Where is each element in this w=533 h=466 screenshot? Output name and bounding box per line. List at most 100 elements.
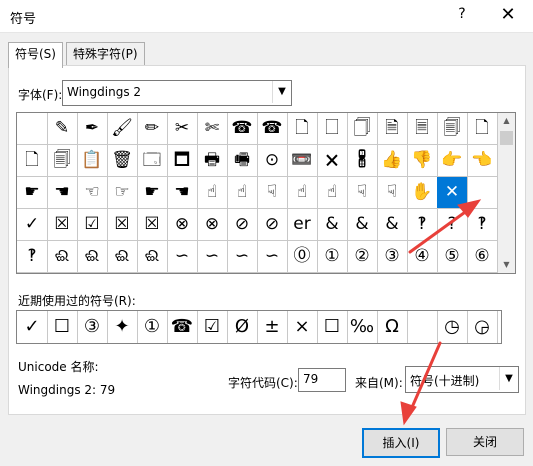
grid-scrollbar[interactable]: ▲ ▼ xyxy=(498,112,516,274)
insert-button[interactable]: 插入(I) xyxy=(362,428,440,458)
symbol-cell[interactable]: & xyxy=(317,209,348,241)
symbol-cell[interactable]: ⊗ xyxy=(167,209,198,241)
scroll-thumb[interactable] xyxy=(500,131,513,145)
symbol-cell[interactable]: ⑥ xyxy=(467,241,498,273)
symbol-cell[interactable]: ① xyxy=(317,241,348,273)
recent-symbol-cell[interactable]: ☐ xyxy=(47,311,78,343)
symbol-cell[interactable]: & xyxy=(347,209,378,241)
symbol-cell[interactable]: ☝ xyxy=(317,177,348,209)
char-code-input[interactable]: 79 xyxy=(298,368,346,392)
symbol-cell[interactable]: 👍 xyxy=(377,145,408,177)
symbol-cell[interactable]: 🗖 xyxy=(167,145,198,177)
symbol-cell[interactable]: 🗋 xyxy=(17,145,48,177)
symbol-cell[interactable]: ∽ xyxy=(257,241,288,273)
symbol-cell[interactable]: ☒ xyxy=(107,209,138,241)
recent-symbol-cell[interactable]: ✦ xyxy=(107,311,138,343)
symbol-cell[interactable]: ☝ xyxy=(227,177,258,209)
recent-symbol-cell[interactable]: ① xyxy=(137,311,168,343)
recent-symbols-row[interactable]: ✓ ☐ ③ ✦ ① ☎ ☑ Ø ± × ☐ ‰ Ω ◷ ◶ xyxy=(16,310,502,344)
symbol-cell[interactable]: ☚ xyxy=(167,177,198,209)
symbol-cell[interactable]: 🗏 xyxy=(407,113,438,145)
symbol-cell[interactable]: ☟ xyxy=(347,177,378,209)
symbol-cell[interactable]: ⑤ xyxy=(437,241,468,273)
font-select[interactable]: Wingdings 2 ▼ xyxy=(62,80,292,106)
symbol-cell[interactable]: 📋 xyxy=(77,145,108,177)
close-button[interactable]: 关闭 xyxy=(446,428,524,456)
symbol-cell[interactable]: 🗋 xyxy=(467,113,498,145)
symbol-cell[interactable]: 👉 xyxy=(437,145,468,177)
scroll-up-icon[interactable]: ▲ xyxy=(498,113,515,129)
tab-special-characters[interactable]: 特殊字符(P) xyxy=(66,42,145,65)
symbol-grid[interactable]: ✎ ✒ 🖌 ✏ ✂ ✄ ☎ ☎ 🗋 🗌 🗍 🗎 🗏 🗐 🗋 🗋 🗐 📋 🗑 🗔 🗖 🖶 🖷 ⊙ 📼 🗙 🖁 👍 👎 👉 👈 ☛ ☚ ☜ ☞ ☛ ☚ ☝ ☝ ☟… xyxy=(16,112,500,274)
symbol-cell[interactable]: ∽ xyxy=(167,241,198,273)
symbol-cell[interactable]: 📼 xyxy=(287,145,318,177)
chevron-down-icon[interactable]: ▼ xyxy=(499,367,518,390)
symbol-cell[interactable]: ☑ xyxy=(77,209,108,241)
recent-symbol-cell[interactable]: ☐ xyxy=(317,311,348,343)
symbol-cell[interactable]: ‽ xyxy=(407,209,438,241)
symbol-cell[interactable]: ✏ xyxy=(137,113,168,145)
tab-symbols[interactable]: 符号(S) xyxy=(8,42,63,68)
symbol-cell[interactable]: ☞ xyxy=(107,177,138,209)
symbol-cell[interactable]: ଈ xyxy=(77,241,108,273)
symbol-cell[interactable]: ☟ xyxy=(377,177,408,209)
symbol-cell[interactable]: ☎ xyxy=(227,113,258,145)
recent-symbol-cell[interactable]: ◶ xyxy=(467,311,498,343)
recent-symbol-cell[interactable] xyxy=(407,311,438,343)
symbol-cell[interactable]: ③ xyxy=(377,241,408,273)
symbol-cell[interactable]: ✕ xyxy=(437,177,468,209)
recent-symbol-cell[interactable]: Ω xyxy=(377,311,408,343)
symbol-cell[interactable] xyxy=(467,177,498,209)
recent-symbol-cell[interactable]: ± xyxy=(257,311,288,343)
symbol-cell[interactable]: 🗑 xyxy=(107,145,138,177)
symbol-cell[interactable]: ② xyxy=(347,241,378,273)
recent-symbol-cell[interactable]: × xyxy=(287,311,318,343)
symbol-cell[interactable]: 🗐 xyxy=(47,145,78,177)
symbol-cell[interactable]: 🖷 xyxy=(227,145,258,177)
symbol-cell[interactable]: ଈ xyxy=(107,241,138,273)
symbol-cell[interactable]: 🗍 xyxy=(347,113,378,145)
symbol-cell[interactable]: er xyxy=(287,209,318,241)
recent-symbol-cell[interactable]: ✓ xyxy=(17,311,48,343)
symbol-cell[interactable]: ⊘ xyxy=(257,209,288,241)
scroll-down-icon[interactable]: ▼ xyxy=(498,257,515,273)
symbol-cell[interactable]: ✒ xyxy=(77,113,108,145)
symbol-cell[interactable]: ☟ xyxy=(257,177,288,209)
recent-symbol-cell[interactable]: Ø xyxy=(227,311,258,343)
symbol-cell[interactable]: ✋ xyxy=(407,177,438,209)
symbol-cell[interactable]: 🗔 xyxy=(137,145,168,177)
symbol-cell[interactable]: ✓ xyxy=(17,209,48,241)
symbol-cell[interactable]: ? xyxy=(437,209,468,241)
symbol-cell[interactable]: & xyxy=(377,209,408,241)
symbol-cell[interactable]: ⊘ xyxy=(227,209,258,241)
symbol-cell[interactable]: ☛ xyxy=(17,177,48,209)
symbol-cell[interactable]: ∽ xyxy=(227,241,258,273)
symbol-cell[interactable]: 🗙 xyxy=(317,145,348,177)
symbol-cell[interactable]: ✂ xyxy=(167,113,198,145)
symbol-cell[interactable]: ଈ xyxy=(137,241,168,273)
symbol-cell[interactable]: 🗎 xyxy=(377,113,408,145)
symbol-cell[interactable]: ☜ xyxy=(77,177,108,209)
symbol-cell[interactable]: 🗐 xyxy=(437,113,468,145)
symbol-cell[interactable]: ∽ xyxy=(197,241,228,273)
recent-symbol-cell[interactable]: ③ xyxy=(77,311,108,343)
symbol-cell[interactable]: 🗋 xyxy=(287,113,318,145)
symbol-cell[interactable]: 🖁 xyxy=(347,145,378,177)
help-button[interactable]: ? xyxy=(450,6,474,26)
symbol-cell[interactable]: ଈ xyxy=(47,241,78,273)
symbol-cell[interactable]: ☒ xyxy=(47,209,78,241)
symbol-cell[interactable]: ✄ xyxy=(197,113,228,145)
recent-symbol-cell[interactable]: ☑ xyxy=(197,311,228,343)
symbol-cell[interactable]: ☚ xyxy=(47,177,78,209)
symbol-cell[interactable]: ④ xyxy=(407,241,438,273)
symbol-cell[interactable]: ☒ xyxy=(137,209,168,241)
symbol-cell[interactable]: ☝ xyxy=(287,177,318,209)
chevron-down-icon[interactable]: ▼ xyxy=(272,81,291,103)
symbol-cell[interactable]: ☎ xyxy=(257,113,288,145)
symbol-cell[interactable]: ☝ xyxy=(197,177,228,209)
symbol-cell[interactable]: ⊗ xyxy=(197,209,228,241)
recent-symbol-cell[interactable]: ‰ xyxy=(347,311,378,343)
recent-symbol-cell[interactable]: ◷ xyxy=(437,311,468,343)
from-select[interactable]: 符号(十进制) ▼ xyxy=(405,366,519,393)
symbol-cell[interactable]: 🖌 xyxy=(107,113,138,145)
